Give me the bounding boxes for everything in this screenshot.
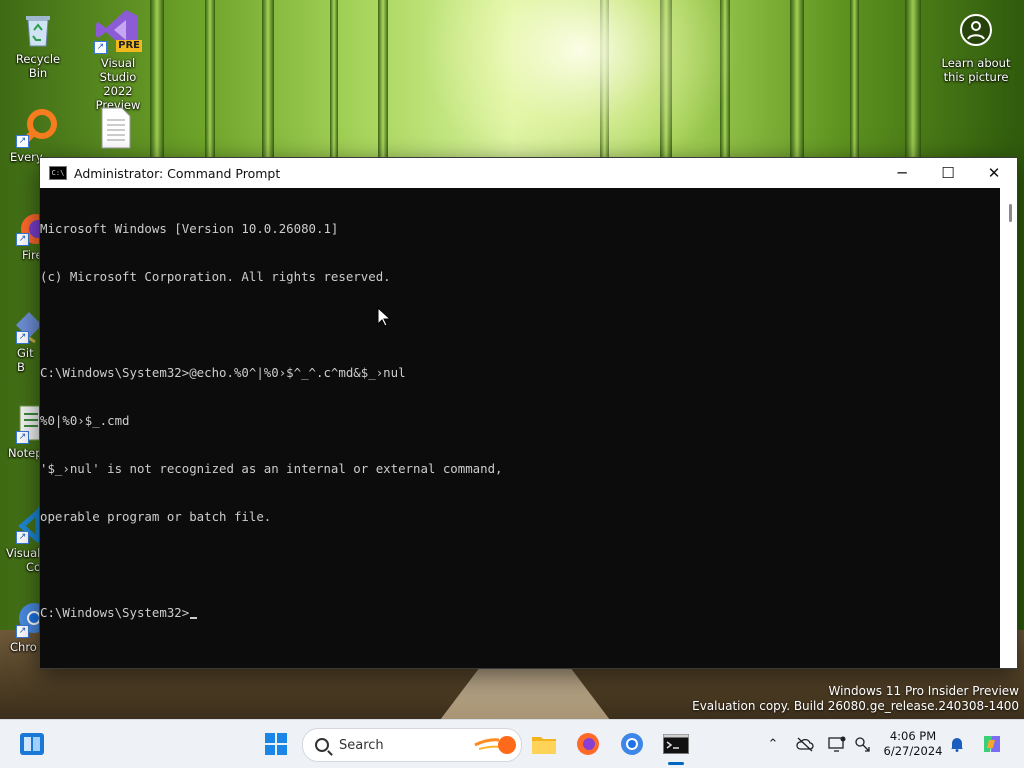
shortcut-arrow-icon: ↗: [16, 233, 29, 246]
clock-date: 6/27/2024: [883, 744, 943, 758]
recycle-bin-icon: [18, 10, 58, 50]
desktop-icon-text-file[interactable]: [96, 106, 136, 149]
console-line: %0|%0›$_.cmd: [40, 413, 130, 428]
copilot-button[interactable]: [976, 720, 1008, 768]
shortcut-arrow-icon: ↗: [16, 431, 29, 444]
close-button[interactable]: ✕: [971, 158, 1017, 188]
maximize-button[interactable]: ☐: [925, 158, 971, 188]
chevron-up-icon: ⌃: [767, 736, 779, 752]
console-line: (c) Microsoft Corporation. All rights re…: [40, 269, 391, 284]
scrollbar-thumb[interactable]: [1009, 204, 1012, 222]
watermark-line2: Evaluation copy. Build 26080.ge_release.…: [692, 699, 1019, 713]
settings-sync-icon: [855, 737, 870, 752]
learn-about-line1: Learn about: [941, 56, 1011, 70]
console-prompt-line[interactable]: C:\Windows\System32>: [40, 605, 1000, 621]
desktop-icon-chrome[interactable]: ↗ Chro: [4, 598, 49, 654]
console-prompt: C:\Windows\System32>: [40, 605, 190, 620]
cloud-offline-icon: [796, 737, 814, 752]
desktop-icon-notepad[interactable]: ↗ Notep: [4, 404, 44, 460]
search-icon: [315, 738, 329, 752]
taskbar-file-explorer[interactable]: [524, 720, 564, 768]
search-highlight-icon: [474, 736, 516, 754]
desktop-icon-firefox[interactable]: ↗ Fire: [4, 212, 51, 262]
desktop-icon-vscode[interactable]: ↗ Visual Co: [4, 504, 47, 574]
text-cursor: [190, 617, 198, 619]
taskbar: Search ⌃ 4:06 PM 6/27/2024: [0, 719, 1024, 768]
active-app-indicator: [668, 762, 684, 765]
command-prompt-window[interactable]: C:\ Administrator: Command Prompt ─ ☐ ✕ …: [39, 157, 1018, 669]
watermark-line1: Windows 11 Pro Insider Preview: [828, 684, 1019, 698]
title-bar[interactable]: C:\ Administrator: Command Prompt ─ ☐ ✕: [40, 158, 1017, 188]
learn-about-line2: this picture: [943, 70, 1009, 84]
taskbar-chrome[interactable]: [612, 720, 652, 768]
widgets-button[interactable]: [12, 720, 52, 768]
firefox-icon: [577, 733, 599, 755]
accessibility-status[interactable]: [852, 720, 874, 768]
desktop-icon-label: Recycle Bin: [15, 52, 61, 80]
shortcut-arrow-icon: ↗: [16, 331, 29, 344]
clock[interactable]: 4:06 PM 6/27/2024: [880, 720, 946, 768]
notifications-button[interactable]: [946, 720, 968, 768]
shortcut-arrow-icon: ↗: [94, 41, 107, 54]
console-line: operable program or batch file.: [40, 509, 272, 524]
network-status[interactable]: [794, 720, 816, 768]
camera-info-icon: [958, 12, 994, 48]
taskbar-search-box[interactable]: Search: [302, 728, 522, 762]
copilot-icon: [984, 736, 1000, 752]
search-label: Search: [339, 737, 384, 753]
vertical-scrollbar[interactable]: [1000, 188, 1017, 668]
preview-badge: PRE: [116, 40, 142, 52]
desktop-icon-everything[interactable]: ↗ Every: [4, 108, 57, 164]
everything-search-icon: ↗: [16, 108, 58, 148]
file-explorer-icon: [532, 737, 556, 754]
minimize-button[interactable]: ─: [879, 158, 925, 188]
desktop-icon-recycle-bin[interactable]: Recycle Bin: [6, 10, 70, 80]
visual-studio-icon: PRE ↗: [94, 6, 142, 54]
shortcut-arrow-icon: ↗: [16, 135, 29, 148]
taskbar-firefox[interactable]: [568, 720, 608, 768]
command-prompt-icon: C:\: [49, 166, 67, 180]
show-hidden-icons-button[interactable]: ⌃: [762, 720, 784, 768]
desktop-icon-visual-studio[interactable]: PRE ↗ Visual Studio 2022 Preview: [85, 6, 151, 112]
desktop-icon-git-bash[interactable]: ↗ Git B: [4, 310, 44, 374]
windows-watermark: Windows 11 Pro Insider Preview Evaluatio…: [692, 684, 1019, 714]
learn-about-picture[interactable]: Learn about this picture: [936, 12, 1016, 84]
console-output[interactable]: Microsoft Windows [Version 10.0.26080.1]…: [40, 188, 1000, 668]
monitor-icon: [828, 736, 846, 752]
start-button[interactable]: [256, 720, 296, 768]
mouse-pointer-icon: [377, 307, 391, 327]
clock-time: 4:06 PM: [889, 729, 937, 743]
command-prompt-icon: [663, 734, 689, 754]
widgets-icon: [20, 733, 44, 755]
shortcut-arrow-icon: ↗: [16, 625, 29, 638]
console-line: '$_›nul' is not recognized as an interna…: [40, 461, 503, 476]
chrome-icon: [621, 733, 643, 755]
console-line: Microsoft Windows [Version 10.0.26080.1]: [40, 221, 339, 236]
console-line: C:\Windows\System32>@echo.%0^|%0›$^_^.c^…: [40, 365, 406, 380]
window-title: Administrator: Command Prompt: [74, 165, 281, 181]
bell-icon: [951, 738, 963, 752]
taskbar-command-prompt[interactable]: [656, 720, 696, 768]
desktop-icon-label: Visual Studio: [99, 56, 137, 84]
shortcut-arrow-icon: ↗: [16, 531, 29, 544]
display-status[interactable]: [826, 720, 848, 768]
start-icon: [265, 733, 287, 755]
text-file-icon: [96, 106, 136, 149]
